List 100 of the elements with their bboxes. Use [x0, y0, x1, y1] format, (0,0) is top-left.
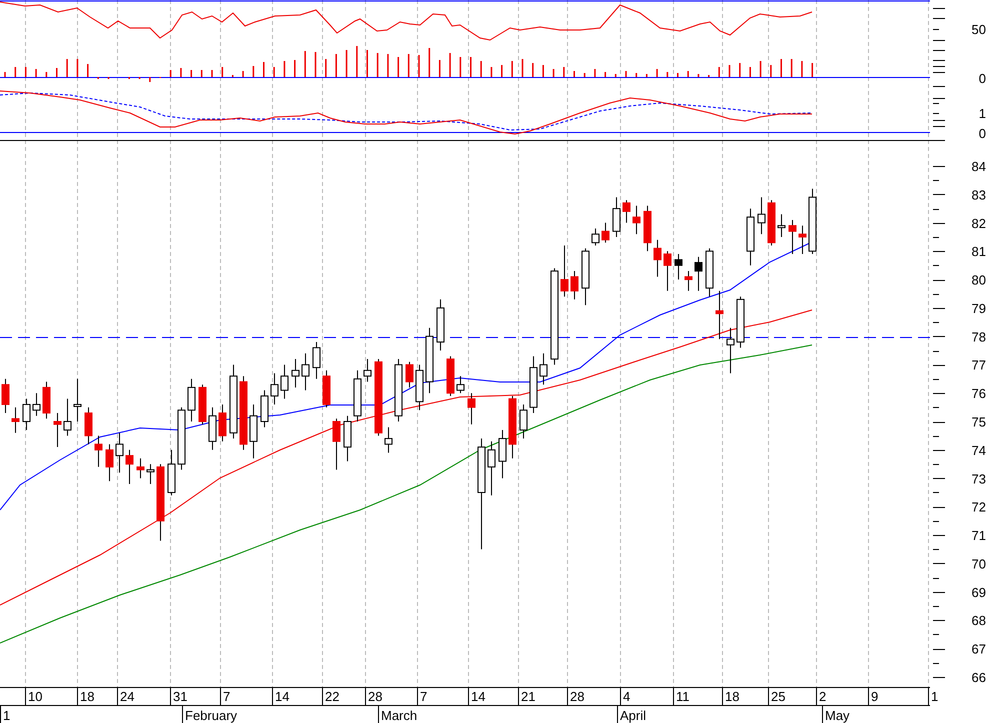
date-label: 2 — [819, 689, 826, 704]
month-label: April — [620, 708, 646, 723]
date-label: 7 — [420, 689, 428, 704]
date-label: 28 — [570, 689, 584, 704]
candlestick — [540, 352, 548, 386]
axis-label: 50 — [972, 22, 986, 37]
candlestick — [582, 248, 590, 306]
axis-label: 0 — [978, 126, 986, 141]
axis-label: 84 — [972, 159, 986, 174]
candlestick — [64, 398, 72, 436]
candlestick — [354, 370, 362, 422]
candlestick — [788, 219, 796, 254]
candlestick — [664, 250, 672, 292]
axis-label: 0 — [978, 71, 986, 86]
date-label: 24 — [120, 689, 134, 704]
date-label: 14 — [275, 689, 290, 704]
candlestick — [654, 239, 662, 278]
candlestick — [116, 432, 124, 474]
candlestick — [188, 378, 196, 422]
candlestick — [292, 358, 300, 388]
candlestick — [198, 384, 206, 425]
candlestick — [364, 358, 372, 382]
axis-label: 83 — [972, 187, 986, 202]
axis-label: 70 — [972, 556, 986, 572]
candlestick — [592, 228, 600, 246]
candlestick — [612, 196, 620, 238]
month-label: February — [185, 708, 238, 723]
axis-label: 80 — [972, 272, 986, 288]
candlestick — [768, 200, 776, 246]
candlestick — [322, 370, 330, 408]
axis-label: 74 — [972, 442, 986, 458]
candlestick — [126, 449, 134, 484]
candlestick — [250, 404, 258, 459]
candlestick — [94, 435, 102, 468]
candlestick — [168, 449, 176, 496]
candlestick — [280, 364, 288, 400]
candlestick — [218, 404, 226, 442]
axis-label: 77 — [972, 358, 986, 373]
candlestick — [332, 418, 340, 470]
month-label: 1 — [3, 708, 10, 723]
candlestick — [106, 444, 114, 482]
candlestick — [260, 390, 268, 428]
candlestick — [344, 415, 352, 462]
candlestick — [622, 200, 630, 224]
month-label: May — [825, 708, 850, 723]
candlestick — [208, 406, 216, 450]
axis-label: 68 — [972, 613, 986, 628]
candlestick — [384, 426, 392, 454]
candlestick — [560, 245, 568, 298]
candlestick — [74, 378, 82, 422]
candlestick — [632, 205, 640, 235]
candlestick — [446, 356, 454, 396]
axis-label: 78 — [972, 329, 986, 344]
date-label: 18 — [725, 689, 740, 704]
candlestick — [602, 222, 610, 244]
candlestick — [436, 298, 444, 352]
candlestick — [416, 364, 424, 411]
axis-label: 81 — [972, 244, 986, 260]
date-label: 1 — [931, 689, 938, 704]
candlestick — [270, 372, 278, 405]
candlestick — [746, 208, 754, 266]
candlestick — [726, 327, 734, 374]
candlestick — [684, 270, 692, 292]
axis-label: 69 — [972, 584, 986, 600]
date-label: 4 — [623, 689, 630, 704]
candlestick — [808, 188, 816, 254]
candlestick — [716, 290, 724, 340]
axis-label: 66 — [972, 670, 986, 686]
candlestick — [706, 248, 714, 298]
candlestick — [2, 378, 10, 414]
candlestick — [84, 406, 92, 445]
axis-label: 76 — [972, 386, 986, 402]
candlestick — [694, 256, 702, 292]
candlestick — [456, 376, 464, 394]
candlestick — [674, 254, 682, 280]
axis-label: 1 — [978, 106, 986, 121]
candlestick — [146, 464, 154, 484]
month-label: March — [381, 708, 418, 723]
candlestick — [736, 296, 744, 348]
candlestick — [570, 270, 578, 300]
candlestick — [136, 458, 144, 479]
date-label: 11 — [676, 689, 690, 704]
candlestick — [488, 440, 496, 496]
axis-label: 75 — [972, 414, 986, 430]
date-label: 10 — [28, 689, 42, 704]
candlestick — [498, 430, 506, 479]
candlestick — [508, 395, 516, 459]
candlestick — [54, 412, 62, 448]
date-label: 7 — [223, 689, 230, 704]
date-label: 22 — [325, 689, 340, 704]
candlestick — [426, 327, 434, 394]
candlestick — [22, 398, 30, 431]
candlestick — [394, 358, 402, 422]
candlestick — [644, 205, 652, 252]
axis-label: 79 — [972, 300, 986, 316]
candlestick — [520, 404, 528, 440]
candlestick — [778, 214, 786, 238]
date-label: 9 — [871, 689, 878, 704]
candlestick — [178, 406, 186, 470]
date-label: 25 — [771, 689, 786, 704]
